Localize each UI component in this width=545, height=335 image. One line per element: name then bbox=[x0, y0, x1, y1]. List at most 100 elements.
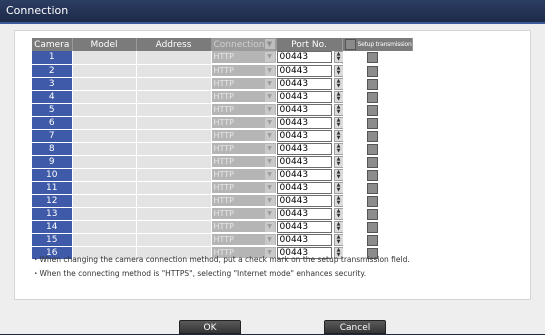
chevron-down-icon: ▼ bbox=[264, 156, 275, 167]
connection-dropdown[interactable]: HTTP ▼ bbox=[211, 77, 277, 91]
port-input[interactable]: 00443 bbox=[276, 90, 332, 103]
setup-transmission-checkbox[interactable] bbox=[366, 91, 378, 103]
connection-dropdown[interactable]: HTTP ▼ bbox=[211, 142, 277, 156]
chevron-down-icon: ▼ bbox=[264, 143, 275, 154]
chevron-down-icon: ▼ bbox=[264, 208, 275, 219]
address-cell bbox=[136, 77, 212, 91]
port-input[interactable]: 00443 bbox=[276, 129, 332, 142]
connection-window: Connection Camera Model Address Connecti… bbox=[0, 0, 545, 334]
port-input[interactable]: 00443 bbox=[276, 103, 332, 116]
table-row: 14 HTTP ▼ 00443 ▲ ▼ bbox=[32, 220, 413, 234]
setup-transmission-checkbox[interactable] bbox=[366, 169, 378, 181]
camera-number: 6 bbox=[32, 116, 73, 130]
port-input[interactable]: 00443 bbox=[276, 233, 332, 246]
setup-transmission-checkbox[interactable] bbox=[366, 65, 378, 77]
setup-transmission-checkbox[interactable] bbox=[366, 221, 378, 233]
model-cell bbox=[72, 207, 137, 221]
setup-cell bbox=[341, 194, 413, 208]
port-input[interactable]: 00443 bbox=[276, 220, 332, 233]
chevron-down-icon: ▼ bbox=[264, 169, 275, 180]
port-cell: 00443 ▲ ▼ bbox=[276, 116, 344, 130]
table-row: 5 HTTP ▼ 00443 ▲ ▼ bbox=[32, 103, 413, 117]
table-row: 2 HTTP ▼ 00443 ▲ ▼ bbox=[32, 64, 413, 78]
connection-dropdown[interactable]: HTTP ▼ bbox=[211, 103, 277, 117]
camera-connection-table: Camera Model Address Connection ▼ Port N… bbox=[32, 38, 413, 260]
connection-value: HTTP bbox=[213, 156, 234, 166]
setup-transmission-checkbox[interactable] bbox=[366, 182, 378, 194]
port-input[interactable]: 00443 bbox=[276, 51, 332, 63]
address-cell bbox=[136, 64, 212, 78]
connection-dropdown[interactable]: HTTP ▼ bbox=[211, 51, 277, 65]
port-input[interactable]: 00443 bbox=[276, 64, 332, 77]
connection-dropdown[interactable]: HTTP ▼ bbox=[211, 220, 277, 234]
model-cell bbox=[72, 155, 137, 169]
table-row: 10 HTTP ▼ 00443 ▲ ▼ bbox=[32, 168, 413, 182]
port-input[interactable]: 00443 bbox=[276, 168, 332, 181]
camera-number: 2 bbox=[32, 64, 73, 78]
setup-transmission-checkbox[interactable] bbox=[366, 234, 378, 246]
ok-button[interactable]: OK bbox=[179, 320, 241, 334]
setup-cell bbox=[341, 142, 413, 156]
setup-transmission-checkbox[interactable] bbox=[366, 208, 378, 220]
connection-value: HTTP bbox=[213, 91, 234, 101]
model-cell bbox=[72, 116, 137, 130]
setup-transmission-checkbox[interactable] bbox=[366, 104, 378, 116]
setup-transmission-checkbox[interactable] bbox=[366, 143, 378, 155]
setup-transmission-checkbox[interactable] bbox=[366, 117, 378, 129]
setup-all-checkbox[interactable] bbox=[344, 39, 356, 50]
setup-transmission-checkbox[interactable] bbox=[366, 195, 378, 207]
port-input[interactable]: 00443 bbox=[276, 116, 332, 129]
port-cell: 00443 ▲ ▼ bbox=[276, 77, 344, 91]
address-cell bbox=[136, 194, 212, 208]
chevron-down-icon: ▼ bbox=[264, 52, 275, 62]
table-row: 1 HTTP ▼ 00443 ▲ ▼ bbox=[32, 51, 413, 65]
connection-dropdown[interactable]: HTTP ▼ bbox=[211, 168, 277, 182]
address-cell bbox=[136, 116, 212, 130]
model-cell bbox=[72, 77, 137, 91]
camera-number: 3 bbox=[32, 77, 73, 91]
connection-dropdown[interactable]: HTTP ▼ bbox=[211, 155, 277, 169]
port-cell: 00443 ▲ ▼ bbox=[276, 142, 344, 156]
port-input[interactable]: 00443 bbox=[276, 77, 332, 90]
port-input[interactable]: 00443 bbox=[276, 142, 332, 155]
connection-dropdown[interactable]: HTTP ▼ bbox=[211, 116, 277, 130]
port-cell: 00443 ▲ ▼ bbox=[276, 207, 344, 221]
model-cell bbox=[72, 168, 137, 182]
model-cell bbox=[72, 103, 137, 117]
setup-cell bbox=[341, 90, 413, 104]
port-cell: 00443 ▲ ▼ bbox=[276, 220, 344, 234]
port-cell: 00443 ▲ ▼ bbox=[276, 90, 344, 104]
setup-transmission-checkbox[interactable] bbox=[366, 52, 378, 63]
port-cell: 00443 ▲ ▼ bbox=[276, 64, 344, 78]
connection-value: HTTP bbox=[213, 78, 234, 88]
port-input[interactable]: 00443 bbox=[276, 207, 332, 220]
port-cell: 00443 ▲ ▼ bbox=[276, 233, 344, 247]
notes: ・When changing the camera connection met… bbox=[32, 253, 410, 281]
connection-all-dropdown[interactable]: Connection ▼ bbox=[211, 38, 277, 51]
setup-transmission-checkbox[interactable] bbox=[366, 156, 378, 168]
setup-transmission-checkbox[interactable] bbox=[366, 78, 378, 90]
table-row: 12 HTTP ▼ 00443 ▲ ▼ bbox=[32, 194, 413, 208]
connection-dropdown[interactable]: HTTP ▼ bbox=[211, 64, 277, 78]
port-input[interactable]: 00443 bbox=[276, 181, 332, 194]
cancel-button[interactable]: Cancel bbox=[324, 320, 386, 334]
connection-dropdown[interactable]: HTTP ▼ bbox=[211, 194, 277, 208]
port-cell: 00443 ▲ ▼ bbox=[276, 168, 344, 182]
camera-number: 5 bbox=[32, 103, 73, 117]
title-underline bbox=[0, 22, 545, 24]
setup-cell bbox=[341, 51, 413, 65]
connection-dropdown[interactable]: HTTP ▼ bbox=[211, 181, 277, 195]
column-header-setup: Setup transmission bbox=[342, 38, 413, 51]
setup-transmission-checkbox[interactable] bbox=[366, 130, 378, 142]
connection-dropdown[interactable]: HTTP ▼ bbox=[211, 129, 277, 143]
table-row: 9 HTTP ▼ 00443 ▲ ▼ bbox=[32, 155, 413, 169]
address-cell bbox=[136, 51, 212, 65]
port-input[interactable]: 00443 bbox=[276, 155, 332, 168]
connection-dropdown[interactable]: HTTP ▼ bbox=[211, 90, 277, 104]
table-row: 6 HTTP ▼ 00443 ▲ ▼ bbox=[32, 116, 413, 130]
connection-dropdown[interactable]: HTTP ▼ bbox=[211, 207, 277, 221]
connection-value: HTTP bbox=[213, 182, 234, 192]
address-cell bbox=[136, 207, 212, 221]
connection-dropdown[interactable]: HTTP ▼ bbox=[211, 233, 277, 247]
port-input[interactable]: 00443 bbox=[276, 194, 332, 207]
